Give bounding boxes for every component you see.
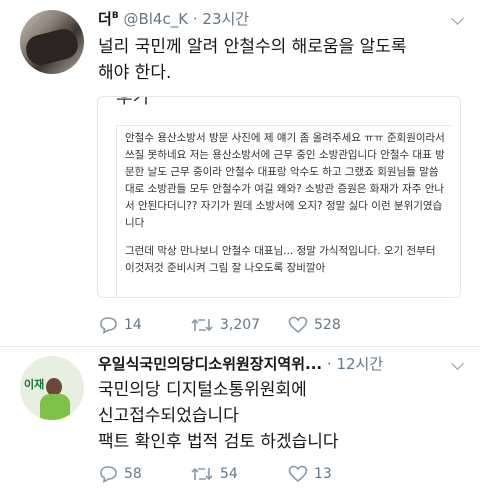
tweet-header: 우일식국민의당디소위원장지역위... · 12시간 — [98, 353, 383, 374]
retweet-button[interactable]: 54 — [190, 465, 238, 483]
reply-icon — [100, 466, 117, 483]
retweet-icon — [191, 318, 213, 332]
retweet-icon — [191, 467, 213, 481]
display-name[interactable]: 더 — [98, 10, 112, 28]
tweet-text-line: 널리 국민께 알려 안철수의 해로움을 알도록 — [98, 37, 407, 57]
like-count: 528 — [314, 317, 341, 333]
heart-icon — [288, 465, 308, 483]
post-paragraph: 그런데 막상 만나보니 안철수 대표님... 정말 가식적입니다. 오기 전부터… — [125, 245, 436, 274]
reply-button[interactable]: 14 — [98, 316, 142, 334]
tweet-text-line: 국민의당 디지털소통위원회에 — [98, 380, 307, 400]
tweet-text-line: 해야 한다. — [98, 63, 172, 83]
handle[interactable]: @Bl4c_K — [123, 10, 188, 28]
separator-dot: · — [192, 10, 198, 28]
timestamp[interactable]: 12시간 — [336, 355, 383, 373]
display-name[interactable]: 우일식국민의당디소위원장지역위... — [98, 355, 322, 373]
post-paragraph: 안철수 용산소방서 방문 사진에 제 얘기 좀 올려주세요 ㅠㅠ 준회원이라서 … — [125, 132, 445, 229]
screenshot-post: 안철수 용산소방서 방문 사진에 제 얘기 좀 올려주세요 ㅠㅠ 준회원이라서 … — [116, 125, 452, 297]
attached-image[interactable]: 후기 안철수 용산소방서 방문 사진에 제 얘기 좀 올려주세요 ㅠㅠ 준회원이… — [97, 96, 461, 298]
retweet-count: 3,207 — [220, 317, 261, 333]
reply-count: 14 — [124, 317, 142, 333]
tweet-text-line: 팩트 확인후 법적 검토 하겠습니다 — [98, 432, 339, 452]
tweet-header: 더B @Bl4c_K · 23시간 — [98, 8, 249, 29]
reply-count: 58 — [124, 466, 142, 482]
chevron-down-icon[interactable] — [451, 357, 464, 370]
avatar-photo-body — [40, 394, 70, 420]
separator-dot: · — [326, 355, 332, 373]
avatar[interactable]: 이재 — [20, 356, 84, 420]
image-top-fragment: 후기 — [116, 96, 150, 108]
retweet-count: 54 — [220, 466, 238, 482]
chevron-down-icon[interactable] — [451, 12, 464, 25]
tweet-2[interactable]: 이재 우일식국민의당디소위원장지역위... · 12시간 국민의당 디지털소통위… — [0, 347, 480, 494]
heart-icon — [288, 316, 308, 334]
tweet-1[interactable]: 더B @Bl4c_K · 23시간 널리 국민께 알려 안철수의 해로움을 알도… — [0, 0, 480, 346]
retweet-button[interactable]: 3,207 — [190, 316, 260, 334]
display-name-sup: B — [111, 11, 119, 21]
reply-icon — [100, 317, 117, 334]
like-button[interactable]: 528 — [288, 316, 341, 334]
avatar-photo — [23, 26, 81, 68]
timestamp[interactable]: 23시간 — [202, 10, 249, 28]
tweet-text: 국민의당 디지털소통위원회에 신고접수되었습니다 팩트 확인후 법적 검토 하겠… — [98, 377, 339, 455]
like-button[interactable]: 13 — [288, 465, 332, 483]
reply-button[interactable]: 58 — [98, 465, 142, 483]
avatar[interactable] — [20, 10, 84, 74]
tweet-text-line: 신고접수되었습니다 — [98, 406, 239, 426]
like-count: 13 — [314, 466, 332, 482]
avatar-text: 이재 — [24, 378, 45, 391]
tweet-text: 널리 국민께 알려 안철수의 해로움을 알도록 해야 한다. — [98, 34, 407, 86]
